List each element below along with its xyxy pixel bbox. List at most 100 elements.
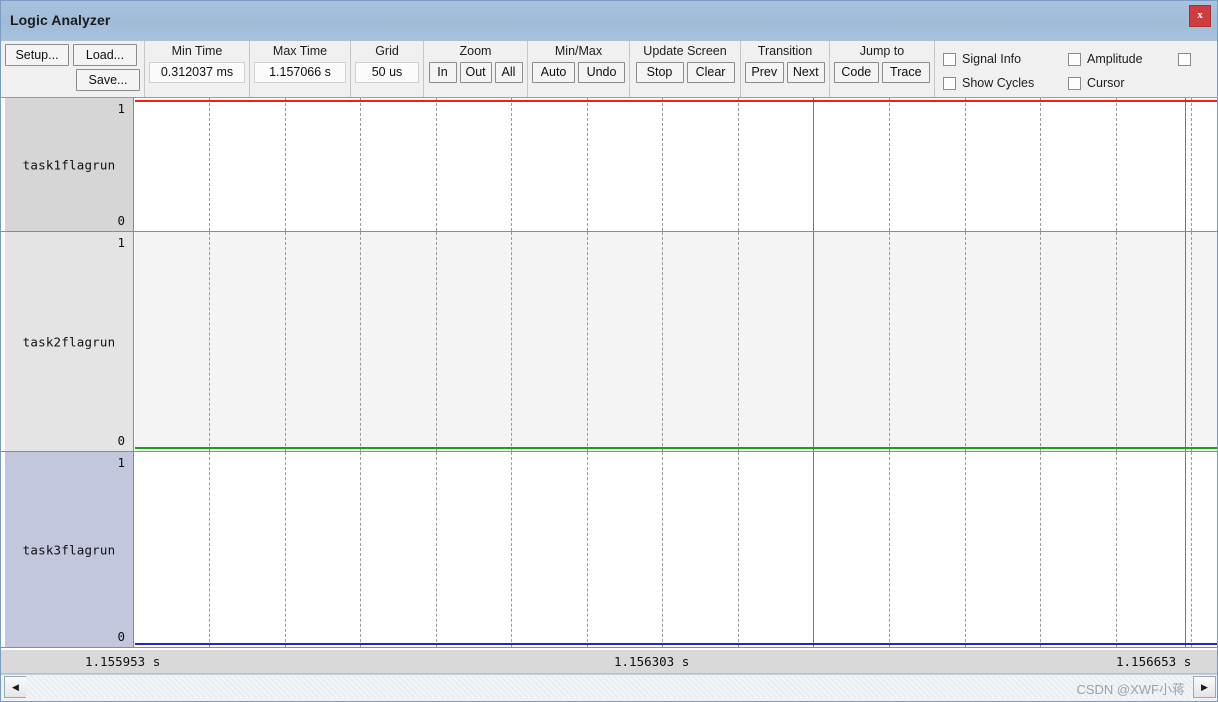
grid-line [436,452,438,647]
channel-row[interactable]: 1 task3flagrun 0 [1,452,1217,648]
scroll-left-arrow-icon[interactable]: ◀ [4,676,27,698]
checkbox-show-cycles-box[interactable] [943,76,956,90]
checkbox-signal-info[interactable]: Signal Info [943,52,1068,66]
grid-line [285,98,287,231]
grid-line [209,98,211,231]
transition-next-button[interactable]: Next [786,61,825,83]
channel-row[interactable]: 1 task2flagrun 0 [1,232,1217,452]
grid-line [1116,232,1118,451]
channel-high-label: 1 [117,455,125,470]
toolbar: Setup... Load... Save... Min Time 0.3120… [1,41,1217,98]
grid-line [1040,98,1042,231]
grid-line [285,452,287,647]
channel-label-panel[interactable]: 1 task2flagrun 0 [5,232,134,451]
title-bar: Logic Analyzer x [1,1,1217,41]
checkbox-amplitude-box[interactable] [1068,52,1081,66]
toolbar-group-update-screen: Update Screen Stop Clear [630,41,741,97]
max-time-caption: Max Time [272,44,328,58]
grid-field[interactable]: 50 us [355,61,419,83]
toolbar-group-zoom: Zoom In Out All [424,41,528,97]
grid-line [360,98,362,231]
checkbox-signal-info-label: Signal Info [962,52,1022,66]
min-time-field[interactable]: 0.312037 ms [149,61,245,83]
checkbox-show-cycles-label: Show Cycles [962,76,1035,90]
checkbox-extra-top-box[interactable] [1178,52,1191,66]
load-button[interactable]: Load... [73,44,137,66]
time-axis: 1.155953 s 1.156303 s 1.156653 s [1,650,1217,674]
zoom-caption: Zoom [459,44,492,58]
grid-line-major [1185,232,1187,451]
toolbar-group-transition: Transition Prev Next [741,41,830,97]
checkbox-cursor[interactable]: Cursor [1068,76,1178,90]
checkbox-show-cycles[interactable]: Show Cycles [943,76,1068,90]
window-title: Logic Analyzer [10,12,111,28]
save-button[interactable]: Save... [76,69,140,91]
channel-high-label: 1 [117,235,125,250]
channel-label-panel[interactable]: 1 task1flagrun 0 [5,98,134,231]
channel-low-label: 0 [117,213,125,228]
channel-label-panel[interactable]: 1 task3flagrun 0 [5,452,134,647]
grid-line-major [1185,452,1187,647]
time-tick-label: 1.156653 s [1116,654,1192,669]
zoom-in-button[interactable]: In [428,61,457,83]
setup-button[interactable]: Setup... [5,44,69,66]
grid-line [285,232,287,451]
grid-line [738,232,740,451]
minmax-undo-button[interactable]: Undo [578,61,625,83]
grid-caption: Grid [375,44,399,58]
grid-line [360,232,362,451]
zoom-out-button[interactable]: Out [459,61,492,83]
jump-code-button[interactable]: Code [834,61,879,83]
checkbox-amplitude[interactable]: Amplitude [1068,52,1178,66]
channel-row[interactable]: 1 task1flagrun 0 [1,98,1217,232]
checkbox-amplitude-label: Amplitude [1087,52,1143,66]
checkbox-cursor-label: Cursor [1087,76,1125,90]
scrollbar-track[interactable] [26,676,1194,698]
toolbar-group-min-time: Min Time 0.312037 ms [145,41,250,97]
transition-prev-button[interactable]: Prev [745,61,784,83]
time-tick-label: 1.156303 s [614,654,690,669]
scroll-right-arrow-icon[interactable]: ▶ [1193,676,1216,698]
grid-line [436,232,438,451]
channel-waveform-canvas[interactable] [135,98,1217,231]
grid-line [1191,452,1193,647]
signal-trace [135,100,1217,102]
checkbox-cursor-box[interactable] [1068,76,1081,90]
grid-line [209,452,211,647]
grid-line [889,232,891,451]
grid-line [662,98,664,231]
checkbox-extra-top[interactable] [1178,52,1191,66]
grid-line [436,98,438,231]
grid-line [209,232,211,451]
channel-waveform-canvas[interactable] [135,232,1217,451]
max-time-field[interactable]: 1.157066 s [254,61,346,83]
toolbar-group-file: Setup... Load... Save... [1,41,145,97]
grid-line-major [813,452,815,647]
toolbar-group-options: Signal Info Amplitude Show Cycles Cursor [935,41,1217,97]
grid-line [889,452,891,647]
waveform-plot[interactable]: 1 task1flagrun 0 1 task2flagrun 0 1 task… [1,98,1217,650]
channel-high-label: 1 [117,101,125,116]
time-tick-label: 1.155953 s [85,654,161,669]
grid-line [965,232,967,451]
close-icon[interactable]: x [1189,5,1211,27]
grid-line [965,452,967,647]
zoom-all-button[interactable]: All [494,61,523,83]
grid-line-major [1185,98,1187,231]
minmax-auto-button[interactable]: Auto [532,61,576,83]
jump-trace-button[interactable]: Trace [881,61,930,83]
update-stop-button[interactable]: Stop [635,61,684,83]
horizontal-scrollbar[interactable]: ◀ ▶ CSDN @XWF小蒋 [1,674,1217,701]
toolbar-group-max-time: Max Time 1.157066 s [250,41,351,97]
update-clear-button[interactable]: Clear [686,61,735,83]
grid-line [360,452,362,647]
checkbox-signal-info-box[interactable] [943,52,956,66]
grid-line [587,98,589,231]
grid-line [1116,452,1118,647]
channel-waveform-canvas[interactable] [135,452,1217,647]
grid-line [1116,98,1118,231]
signal-trace [135,447,1217,449]
grid-line [511,98,513,231]
channel-low-label: 0 [117,629,125,644]
grid-line [587,232,589,451]
